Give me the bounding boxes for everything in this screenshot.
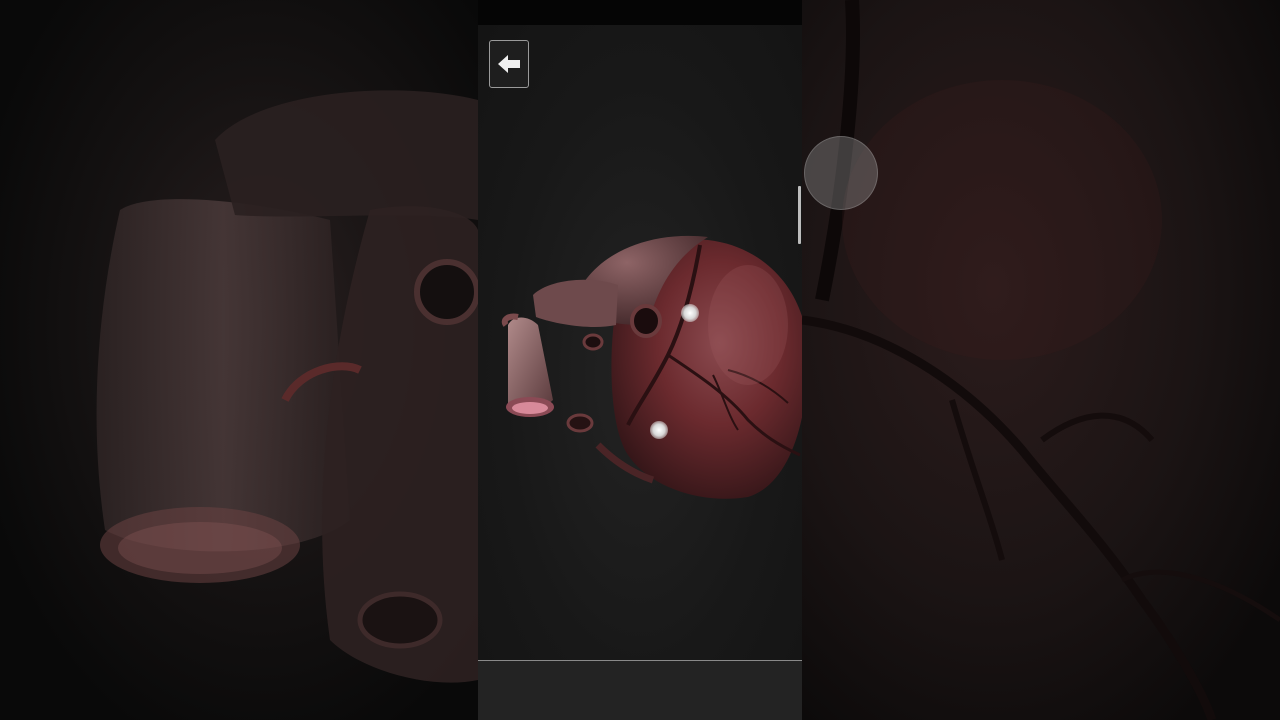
bottom-bar <box>478 661 802 720</box>
hotspot-marker[interactable] <box>650 421 668 439</box>
app-screen <box>478 0 802 720</box>
touch-indicator <box>804 136 878 210</box>
3d-viewport[interactable] <box>478 25 802 661</box>
hotspot-marker[interactable] <box>681 304 699 322</box>
back-button[interactable] <box>489 40 529 88</box>
background-blur-right <box>802 0 1280 720</box>
background-heart-zoom-right <box>802 0 1280 720</box>
status-bar <box>478 0 802 25</box>
scrollbar-thumb[interactable] <box>798 186 801 244</box>
heart-3d-model[interactable] <box>478 25 802 661</box>
arrow-left-icon <box>497 54 521 74</box>
background-blur-left <box>0 0 478 720</box>
background-heart-zoom-left <box>96 90 478 683</box>
